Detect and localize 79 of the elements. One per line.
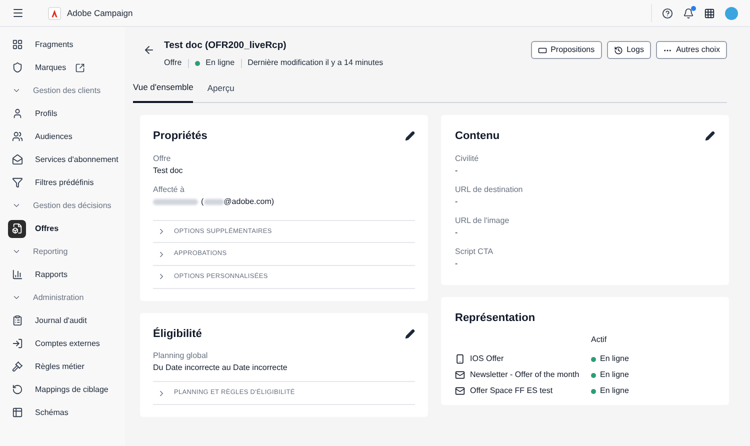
chevron-icon	[12, 86, 21, 95]
sidebar-item[interactable]: Journal d'audit	[8, 309, 125, 332]
history-icon	[614, 46, 623, 54]
status-label: En ligne	[206, 57, 235, 70]
sidebar-item[interactable]: Offres	[8, 217, 125, 240]
sidebar-section[interactable]: Reporting	[8, 240, 125, 263]
field-value: -	[455, 196, 459, 208]
field-label: Planning global	[153, 350, 209, 362]
menu-icon[interactable]	[12, 7, 24, 19]
representation-name: Offer Space FF ES test	[470, 385, 553, 397]
email-domain: @adobe.com)	[224, 196, 274, 208]
action-button[interactable]: Autres choix	[656, 41, 727, 59]
field-label: Offre	[153, 152, 172, 164]
redacted-name	[153, 198, 198, 204]
rectangle-icon	[538, 46, 547, 54]
status-label: En ligne	[600, 369, 629, 381]
sidebar-item[interactable]: Profils	[8, 102, 125, 125]
card-title: Éligibilité	[153, 326, 202, 342]
apps-icon[interactable]	[704, 8, 715, 18]
sidebar-item[interactable]: Mappings de ciblage	[8, 378, 125, 401]
field-label: Civilité	[455, 152, 480, 164]
tab[interactable]: Vue d'ensemble	[133, 81, 194, 103]
tab[interactable]: Aperçu	[207, 81, 234, 102]
edit-icon[interactable]	[405, 131, 415, 142]
sidebar-item[interactable]: Audiences	[8, 125, 125, 148]
sidebar-item[interactable]: Filtres prédéfinis	[8, 171, 125, 194]
field-label: URL de l'image	[455, 214, 510, 226]
sidebar-section[interactable]: Gestion des décisions	[8, 194, 125, 217]
field-value: -	[455, 258, 459, 270]
chevron-icon	[157, 388, 166, 398]
representation-name: IOS Offer	[470, 353, 504, 365]
email-open: (	[201, 196, 204, 208]
chevron-icon	[157, 250, 166, 259]
envelope-icon	[455, 370, 465, 380]
sidebar-section[interactable]: Administration	[8, 286, 125, 309]
envelope-icon	[455, 386, 465, 396]
card-title: Contenu	[455, 129, 500, 144]
sidebar-item[interactable]: Services d'abonnement	[8, 148, 125, 171]
chevron-icon	[12, 293, 21, 302]
offer-type: Offre	[164, 57, 182, 70]
sidebar-item[interactable]: Règles métier	[8, 355, 125, 378]
chevron-icon	[12, 201, 21, 210]
help-icon[interactable]	[662, 8, 673, 18]
field-value: -	[455, 226, 459, 238]
edit-icon[interactable]	[705, 131, 715, 142]
field-value: Du Date incorrecte au Date incorrecte	[153, 362, 288, 374]
field-label: Script CTA	[455, 246, 494, 258]
app-title: Adobe Campaign	[67, 6, 133, 20]
last-modified: Dernière modification il y a 14 minutes	[248, 57, 384, 70]
field-value: -	[455, 164, 459, 176]
phone-icon	[455, 354, 465, 364]
sidebar-item[interactable]: Fragments	[8, 33, 125, 56]
field-value: Test doc	[153, 164, 184, 176]
page-title: Test doc (OFR200_liveRcp)	[164, 39, 288, 53]
notification-icon[interactable]	[683, 8, 694, 18]
sidebar-item[interactable]: Rapports	[8, 263, 125, 286]
status-label: En ligne	[600, 385, 629, 397]
back-icon[interactable]	[143, 44, 155, 56]
redacted-email	[204, 198, 224, 204]
sidebar-item[interactable]: Comptes externes	[8, 332, 125, 355]
chevron-icon	[12, 247, 21, 256]
field-label: URL de destination	[455, 184, 524, 196]
status-label: En ligne	[600, 353, 629, 365]
field-label: Affecté à	[153, 184, 186, 196]
sidebar-section[interactable]: Gestion des clients	[8, 79, 125, 102]
action-button[interactable]: Logs	[606, 41, 651, 59]
sidebar-item[interactable]: Marques	[8, 56, 125, 79]
logo-icon	[48, 6, 61, 20]
document-icon	[8, 220, 26, 238]
avatar[interactable]	[725, 6, 738, 20]
action-button[interactable]: Propositions	[530, 41, 602, 59]
representation-name: Newsletter - Offer of the month	[470, 369, 580, 381]
column-header: Actif	[591, 334, 608, 346]
edit-icon[interactable]	[405, 329, 415, 339]
card-title: Représentation	[455, 310, 536, 326]
chevron-icon	[157, 226, 166, 236]
card-title: Propriétés	[153, 129, 208, 144]
sidebar-item[interactable]: Schémas	[8, 401, 125, 424]
chevron-icon	[157, 272, 166, 282]
